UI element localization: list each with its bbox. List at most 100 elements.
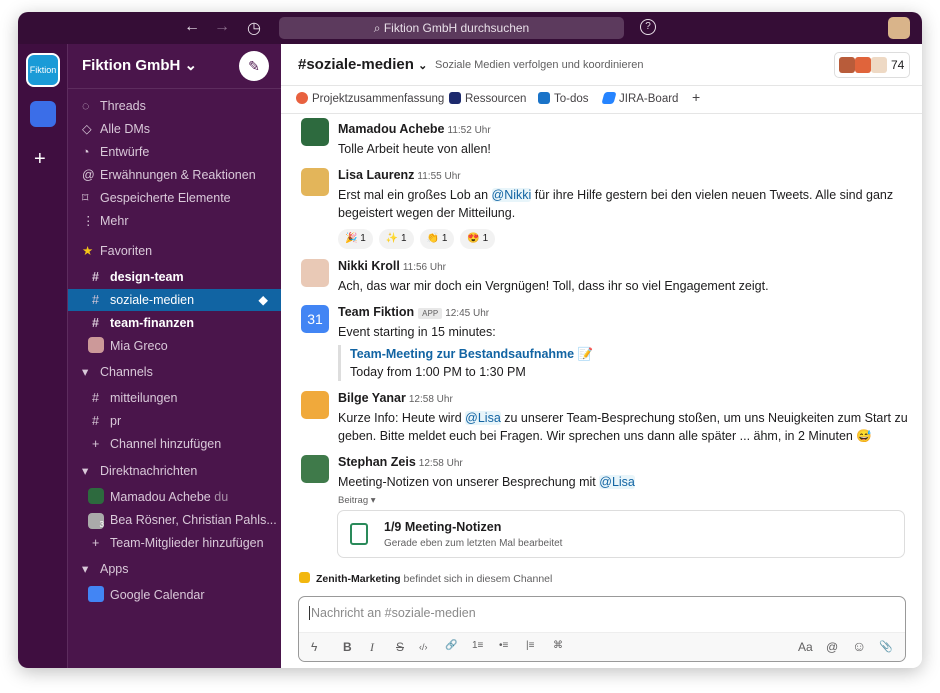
search-input[interactable]: ⌕ Fiktion GmbH durchsuchen [279,17,624,39]
hash-icon: # [92,316,99,330]
link-icon[interactable]: 🔗 [445,640,457,651]
workspace-croissant-icon[interactable] [30,101,56,127]
channel-mitteilungen[interactable]: # mitteilungen [68,387,282,409]
sidebar-item-mentions[interactable]: @ Erwähnungen & Reaktionen [68,164,282,186]
party-emoji: 🎉 [345,233,358,244]
notice-text: befindet sich in diesem Channel [400,573,553,585]
bookmark-jira[interactable]: JIRA-Board [601,92,678,105]
reaction[interactable]: ✨ 1 [378,229,414,249]
dm-mamadou-achebe[interactable]: Mamadou Achebe du [68,486,282,508]
blockquote-icon[interactable]: |≡ [526,640,534,651]
timestamp[interactable]: 12:45 Uhr [445,308,489,319]
mention[interactable]: @Lisa [599,475,635,489]
author-name[interactable]: Stephan Zeis [338,455,416,469]
timestamp[interactable]: 11:55 Uhr [417,171,460,182]
avatar[interactable] [301,118,329,146]
message-composer: Nachricht an #soziale-medien ϟ B I S ‹/›… [298,596,906,662]
sidebar-item-threads[interactable]: ◌ Threads [68,95,282,117]
avatar[interactable] [301,391,329,419]
timestamp[interactable]: 11:56 Uhr [403,262,446,273]
back-arrow-icon[interactable]: ← [184,18,200,36]
reaction[interactable]: 👏 1 [419,229,455,249]
forward-arrow-icon[interactable]: → [214,18,230,36]
you-label: du [214,490,229,504]
author-name[interactable]: Mamadou Achebe [338,122,445,136]
reaction[interactable]: 🎉 1 [338,229,373,249]
org-name[interactable]: Zenith-Marketing [316,573,401,585]
bookmark-todos[interactable]: To-dos [538,92,589,105]
add-channel-button[interactable]: + Channel hinzufügen [68,433,282,455]
bookmark-ressourcen[interactable]: Ressourcen [449,92,526,105]
mention[interactable]: @Nikki [491,188,532,202]
message-input[interactable]: Nachricht an #soziale-medien [309,606,476,620]
formatting-toolbar [299,632,905,661]
channel-name[interactable]: #soziale-medien ⌄ [298,56,427,73]
section-apps[interactable]: ▾ Apps [68,558,282,580]
bulleted-list-icon[interactable]: •≡ [499,640,508,651]
mention[interactable]: @Lisa [465,411,501,425]
bookmark-icon: ⌑ [82,191,89,205]
event-title[interactable]: Team-Meeting zur Bestandsaufnahme 📝 [350,345,908,363]
add-workspace-icon[interactable]: + [34,148,46,171]
section-favorites[interactable]: ★ Favoriten [68,240,282,262]
author-name[interactable]: Team Fiktion [338,305,414,319]
italic-icon[interactable]: I [370,640,374,655]
channel-design-team[interactable]: # design-team [68,266,282,288]
code-icon[interactable]: ‹/› [419,642,428,652]
mention-icon[interactable]: @ [826,640,838,654]
post-label[interactable]: Beitrag ▾ [338,492,908,510]
label: Apps [100,562,129,576]
file-card[interactable]: 1/9 Meeting-Notizen Gerade eben zum letz… [337,510,905,558]
add-members-button[interactable]: + Team-Mitglieder hinzufügen [68,532,282,554]
app-google-calendar[interactable]: Google Calendar [68,584,282,606]
code-block-icon[interactable]: ⌘ [553,640,563,651]
sidebar-item-all-dms[interactable]: ◇ Alle DMs [68,118,282,140]
avatar[interactable] [301,168,329,196]
user-avatar[interactable] [888,17,910,39]
text-format-icon[interactable]: Aa [798,640,813,654]
sidebar-item-saved[interactable]: ⌑ Gespeicherte Elemente [68,187,282,209]
author-name[interactable]: Nikki Kroll [338,259,400,273]
google-calendar-icon [88,586,104,602]
channel-soziale-medien[interactable]: # soziale-medien ◆ [68,289,282,311]
label: Mamadou Achebe [110,490,211,504]
bookmark-projektzusammenfassung[interactable]: Projektzusammenfassung [296,92,444,105]
hash-icon: # [92,293,99,307]
workspace-name[interactable]: Fiktion GmbH ⌄ [82,56,197,74]
sidebar-item-drafts[interactable]: ◔ Entwürfe [68,141,282,163]
sidebar-item-more[interactable]: ⋮ Mehr [68,210,282,232]
message-text: Event starting in 15 minutes: [338,325,496,339]
channel-team-finanzen[interactable]: # team-finanzen [68,312,282,334]
channel-title: #soziale-medien [298,56,414,73]
members-button[interactable]: 74 [834,52,910,78]
section-direct-messages[interactable]: ▾ Direktnachrichten [68,460,282,482]
compose-icon[interactable]: ✎ [239,51,269,81]
star-icon: ★ [82,244,94,258]
avatar[interactable] [301,455,329,483]
calendar-icon[interactable]: 31 [301,305,329,333]
dm-mia-greco[interactable]: Mia Greco [68,335,282,357]
history-icon[interactable]: ◷ [247,18,261,38]
author-name[interactable]: Lisa Laurenz [338,168,414,182]
reaction[interactable]: 😍 1 [460,229,496,249]
text: Erst mal ein großes Lob an [338,188,492,202]
workspace-fiktion[interactable]: Fiktion [26,53,60,87]
channel-pr[interactable]: # pr [68,410,282,432]
dm-group[interactable]: 3 Bea Rösner, Christian Pahls... [68,509,282,531]
shortcuts-icon[interactable]: ϟ [311,640,317,654]
count: 1 [441,233,448,244]
strikethrough-icon[interactable]: S [396,640,404,654]
attachment-icon[interactable]: 📎 [879,640,893,653]
author-name[interactable]: Bilge Yanar [338,391,406,405]
bold-icon[interactable]: B [343,640,352,654]
timestamp[interactable]: 12:58 Uhr [409,394,453,405]
help-icon[interactable]: ? [640,19,656,35]
ordered-list-icon[interactable]: 1≡ [472,640,483,651]
timestamp[interactable]: 11:52 Uhr [448,125,491,136]
section-channels[interactable]: ▾ Channels [68,361,282,383]
timestamp[interactable]: 12:58 Uhr [419,458,463,469]
avatar[interactable] [301,259,329,287]
divider [68,88,282,89]
emoji-icon[interactable]: ☺ [852,638,866,654]
add-bookmark-button[interactable]: + [692,89,700,105]
